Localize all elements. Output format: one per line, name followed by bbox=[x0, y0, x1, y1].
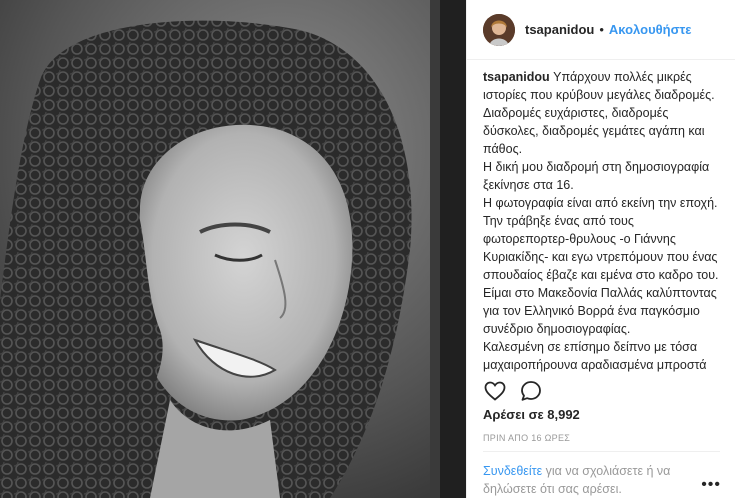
caption-text-2: Η δική μου διαδρομή στη δημοσιογραφία ξε… bbox=[483, 160, 710, 192]
post-side-panel: tsapanidou • Ακολουθήστε tsapanidou Υπάρ… bbox=[466, 0, 735, 498]
caption-text-3: Η φωτογραφία είναι από εκείνη την εποχή. bbox=[483, 196, 718, 210]
caption-text-5: Είμαι στο Μακεδονία Παλλάς καλύπτοντας γ… bbox=[483, 286, 717, 336]
caption-paragraph-1: tsapanidou Υπάρχουν πολλές μικρές ιστορί… bbox=[483, 68, 723, 158]
divider bbox=[483, 451, 720, 452]
post-header: tsapanidou • Ακολουθήστε bbox=[467, 0, 735, 60]
post-timestamp: ΠΡΙΝ ΑΠΟ 16 ΩΡΕΣ bbox=[483, 433, 571, 443]
comment-icon[interactable] bbox=[519, 379, 543, 403]
caption-username[interactable]: tsapanidou bbox=[483, 70, 550, 84]
photo-image bbox=[0, 0, 466, 498]
heart-icon[interactable] bbox=[483, 379, 507, 403]
more-options-icon[interactable]: ••• bbox=[701, 476, 721, 494]
login-prompt: Συνδεθείτε για να σχολιάσετε ή να δηλώσε… bbox=[483, 462, 723, 498]
header-separator: • bbox=[599, 22, 604, 37]
post-photo[interactable] bbox=[0, 0, 466, 498]
follow-button[interactable]: Ακολουθήστε bbox=[609, 22, 692, 37]
caption-text-4: Την τράβηξε ένας από τους φωτορεπορτερ-θ… bbox=[483, 214, 719, 282]
avatar[interactable] bbox=[483, 13, 515, 46]
post-actions bbox=[483, 380, 723, 402]
post-caption: tsapanidou Υπάρχουν πολλές μικρές ιστορί… bbox=[483, 68, 723, 373]
caption-text-6: Καλεσμένη σε επίσημο δείπνο με τόσα μαχα… bbox=[483, 340, 707, 372]
login-link[interactable]: Συνδεθείτε bbox=[483, 464, 542, 478]
header-username[interactable]: tsapanidou bbox=[525, 22, 594, 37]
likes-count[interactable]: Αρέσει σε 8,992 bbox=[483, 407, 580, 422]
